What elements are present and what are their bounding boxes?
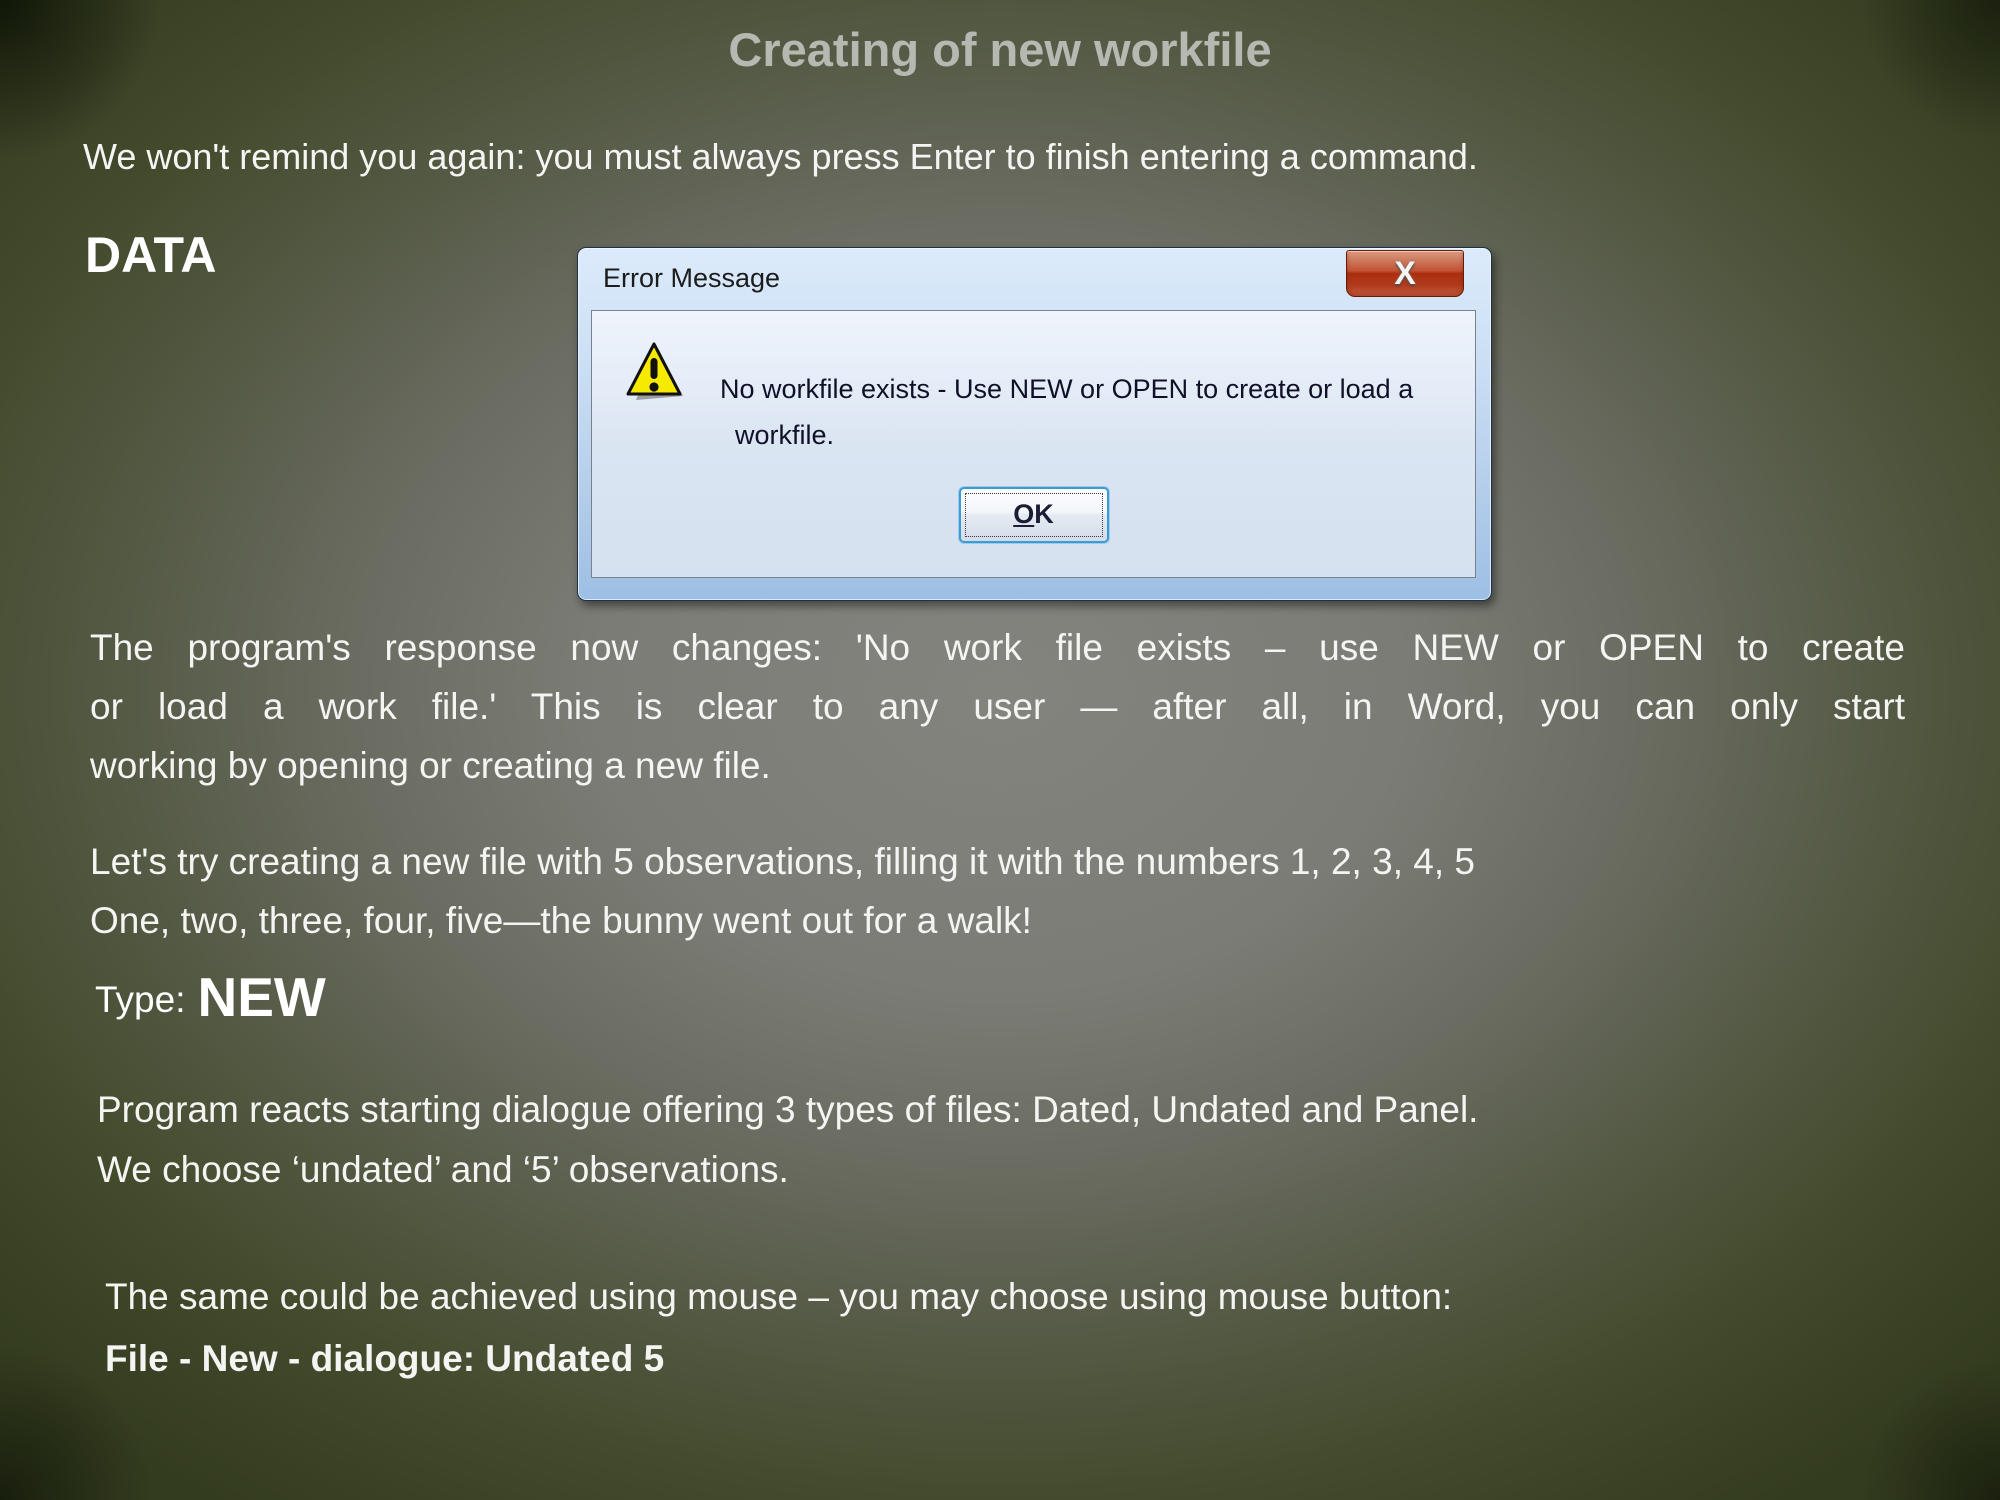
paragraph-dialogue-types: Program reacts starting dialogue offerin…	[97, 1080, 1957, 1200]
paragraph-line: or load a work file.' This is clear to a…	[90, 677, 1905, 736]
dialog-content: No workfile exists - Use NEW or OPEN to …	[591, 310, 1476, 578]
paragraph-line: Let's try creating a new file with 5 obs…	[90, 832, 1950, 891]
paragraph-line: Program reacts starting dialogue offerin…	[97, 1080, 1957, 1140]
menu-path-line: File - New - dialogue: Undated 5	[105, 1328, 1965, 1390]
paragraph-program-response: The program's response now changes: 'No …	[90, 618, 1905, 795]
paragraph-line: The same could be achieved using mouse –…	[105, 1266, 1965, 1328]
error-dialog: Error Message X No workfile exists - Use…	[577, 247, 1492, 601]
paragraph-line: The program's response now changes: 'No …	[90, 618, 1905, 677]
data-heading: DATA	[85, 226, 216, 284]
ok-button[interactable]: OK	[959, 487, 1109, 543]
paragraph-mouse-alternative: The same could be achieved using mouse –…	[105, 1266, 1965, 1390]
slide-title: Creating of new workfile	[0, 22, 2000, 77]
dialog-titlebar: Error Message X	[578, 248, 1491, 310]
paragraph-line: One, two, three, four, five—the bunny we…	[90, 891, 1950, 950]
dialog-message: No workfile exists - Use NEW or OPEN to …	[720, 366, 1450, 458]
type-label: Type:	[95, 979, 186, 1020]
reminder-text: We won't remind you again: you must alwa…	[83, 136, 1943, 178]
paragraph-line: We choose ‘undated’ and ‘5’ observations…	[97, 1140, 1957, 1200]
ok-button-label: OK	[1013, 499, 1054, 529]
paragraph-new-file: Let's try creating a new file with 5 obs…	[90, 832, 1950, 950]
dialog-message-line: No workfile exists - Use NEW or OPEN to …	[720, 366, 1450, 412]
paragraph-line: working by opening or creating a new fil…	[90, 736, 1905, 795]
close-button[interactable]: X	[1346, 250, 1464, 297]
new-command: NEW	[186, 966, 326, 1028]
type-new-row: Type:NEW	[95, 965, 326, 1029]
dialog-message-line: workfile.	[720, 412, 1450, 458]
dialog-title: Error Message	[603, 263, 780, 294]
close-icon: X	[1394, 255, 1415, 291]
warning-triangle-icon	[625, 338, 685, 408]
